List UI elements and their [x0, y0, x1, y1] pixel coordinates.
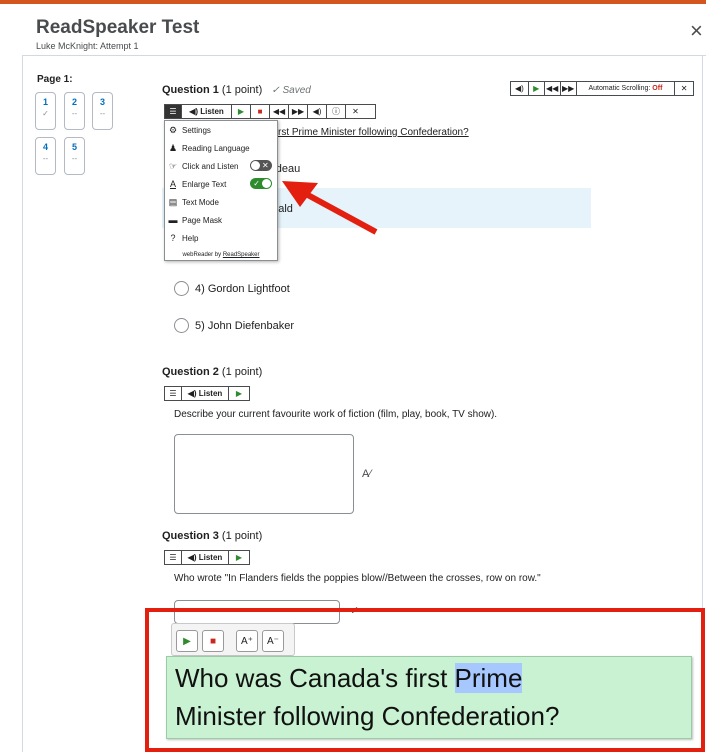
enlarge-text-controls: ▶ ■ A⁺ A⁻: [171, 623, 295, 656]
play-icon[interactable]: ▶: [176, 630, 198, 652]
question-3-title: Question 3 (1 point): [162, 530, 262, 542]
menu-icon[interactable]: ☰: [165, 387, 182, 400]
question-2-label: Question 2: [162, 366, 219, 378]
question-2-title: Question 2 (1 point): [162, 366, 262, 378]
text-size-decrease-button[interactable]: A⁻: [262, 630, 284, 652]
listen-button[interactable]: ◀) Listen: [182, 551, 229, 564]
spellcheck-icon[interactable]: A⁄: [362, 468, 371, 480]
readspeaker-toolbar-q2: ☰ ◀) Listen ▶: [164, 386, 250, 401]
enlarged-text-line2: Minister following Confederation?: [175, 701, 560, 731]
play-icon[interactable]: ▶: [229, 387, 249, 400]
question-2-points: (1 point): [221, 366, 263, 378]
listen-button[interactable]: ◀) Listen: [182, 387, 229, 400]
enlarged-text-before: Who was Canada's first: [175, 663, 455, 693]
menu-icon[interactable]: ☰: [165, 551, 182, 564]
question-3-text: Who wrote "In Flanders fields the poppie…: [174, 573, 541, 584]
answer-textarea[interactable]: [174, 434, 354, 514]
enlarged-text-panel: Who was Canada's first Prime Minister fo…: [166, 656, 692, 739]
play-icon[interactable]: ▶: [229, 551, 249, 564]
question-3-points: (1 point): [221, 530, 263, 542]
text-size-increase-button[interactable]: A⁺: [236, 630, 258, 652]
readspeaker-toolbar-q3: ☰ ◀) Listen ▶: [164, 550, 250, 565]
arrow-head: [282, 181, 318, 207]
arrow-shaft: [304, 191, 378, 235]
enlarged-text-highlight: Prime: [454, 663, 523, 693]
stop-icon[interactable]: ■: [202, 630, 224, 652]
question-2-text: Describe your current favourite work of …: [174, 409, 498, 420]
question-3-label: Question 3: [162, 530, 219, 542]
